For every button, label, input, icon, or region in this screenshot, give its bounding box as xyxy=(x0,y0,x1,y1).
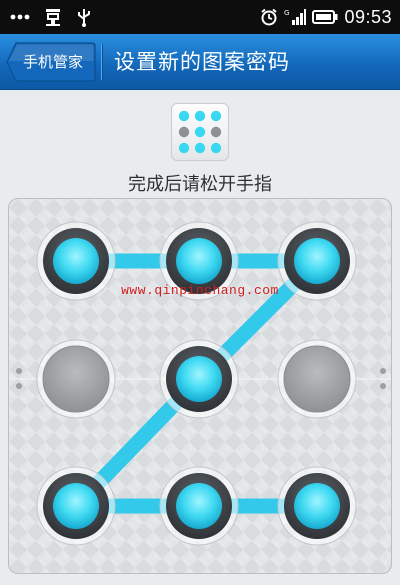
pattern-node-6[interactable] xyxy=(277,339,357,419)
usb-debug-icon xyxy=(46,9,60,26)
svg-text:G: G xyxy=(284,9,289,17)
pattern-node-4[interactable] xyxy=(36,339,116,419)
pattern-node-7[interactable] xyxy=(36,466,116,546)
preview-dot-2 xyxy=(194,110,206,122)
pattern-preview-grid xyxy=(178,110,222,154)
status-left-icons xyxy=(10,0,92,34)
pattern-node-9[interactable] xyxy=(277,466,357,546)
pad-rivet xyxy=(16,368,22,374)
watermark-text: www.qinpinchang.com xyxy=(121,283,279,298)
status-bar: G 09:53 xyxy=(0,0,400,34)
pattern-node-core xyxy=(283,345,351,413)
pattern-node-core xyxy=(53,483,99,529)
status-right-icons: G 09:53 xyxy=(260,0,392,34)
pattern-pad[interactable] xyxy=(8,198,392,574)
preview-dot-4 xyxy=(178,126,190,138)
title-divider xyxy=(101,44,102,80)
preview-dot-1 xyxy=(178,110,190,122)
signal-icon: G xyxy=(284,9,307,25)
hint-text: 完成后请松开手指 xyxy=(128,174,272,195)
pattern-preview-icon xyxy=(171,103,229,161)
pattern-node-core xyxy=(53,238,99,284)
back-label: 手机管家 xyxy=(23,53,84,71)
back-button[interactable]: 手机管家 xyxy=(6,42,96,82)
pad-rivet xyxy=(380,383,386,389)
pad-rivet xyxy=(16,383,22,389)
preview-dot-8 xyxy=(194,142,206,154)
title-bar: 手机管家 设置新的图案密码 xyxy=(0,34,400,90)
page-title: 设置新的图案密码 xyxy=(114,50,290,74)
pattern-node-core xyxy=(176,238,222,284)
pattern-node-core xyxy=(42,345,110,413)
more-icon xyxy=(10,14,30,20)
pattern-node-core xyxy=(176,356,222,402)
pattern-node-core xyxy=(294,238,340,284)
status-time: 09:53 xyxy=(344,6,392,27)
preview-dot-7 xyxy=(178,142,190,154)
pattern-node-8[interactable] xyxy=(159,466,239,546)
usb-icon xyxy=(78,9,90,27)
pattern-canvas[interactable] xyxy=(9,199,392,574)
preview-dot-9 xyxy=(210,142,222,154)
preview-dot-6 xyxy=(210,126,222,138)
preview-dot-3 xyxy=(210,110,222,122)
pattern-node-core xyxy=(294,483,340,529)
preview-dot-5 xyxy=(194,126,206,138)
alarm-icon xyxy=(261,8,278,26)
pad-rivet xyxy=(380,368,386,374)
battery-icon xyxy=(312,10,338,24)
pattern-node-5[interactable] xyxy=(159,339,239,419)
pattern-node-core xyxy=(176,483,222,529)
